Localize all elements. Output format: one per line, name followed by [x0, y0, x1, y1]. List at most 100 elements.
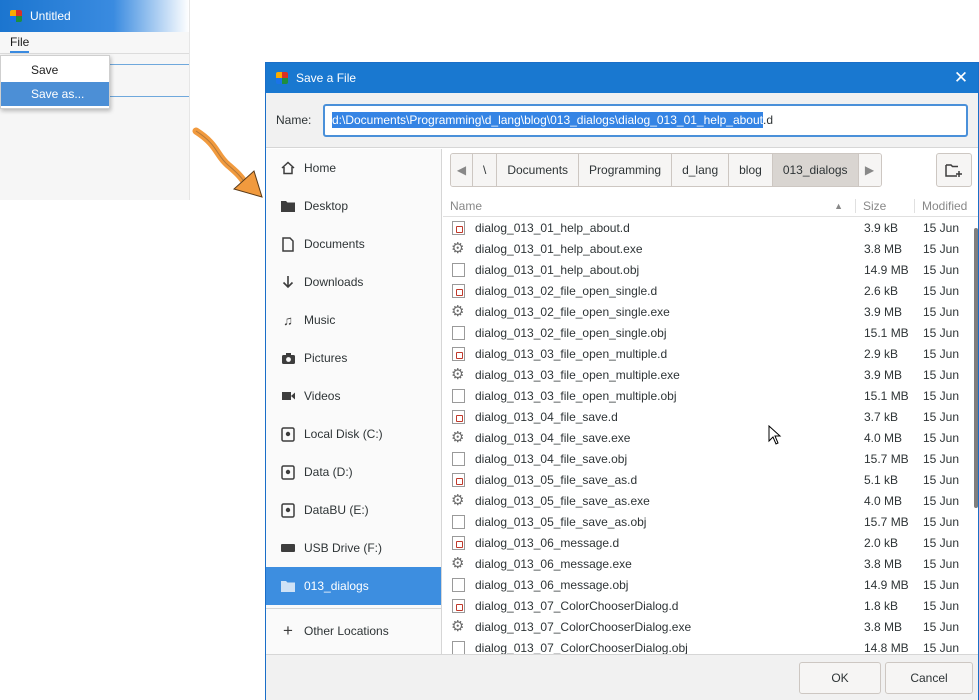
file-size: 3.9 MB [864, 367, 903, 382]
file-row[interactable]: dialog_013_03_file_open_multiple.d 2.9 kB… [443, 343, 978, 364]
file-row[interactable]: dialog_013_06_message.obj 14.9 MB 15 Jun [443, 574, 978, 595]
path-segment-root[interactable]: \ [473, 154, 498, 186]
file-size: 3.8 MB [864, 556, 903, 571]
file-row[interactable]: dialog_013_06_message.exe 3.8 MB 15 Jun [443, 553, 978, 574]
filename-input[interactable]: d:\Documents\Programming\d_lang\blog\013… [323, 103, 968, 137]
path-scroll-left-icon[interactable]: ◀ [451, 154, 473, 186]
file-size: 2.0 kB [864, 535, 899, 550]
sidebar-item-label: DataBU (E:) [304, 503, 369, 517]
file-modified: 15 Jun [923, 472, 960, 487]
name-label: Name: [276, 113, 312, 127]
path-segment-d-lang[interactable]: d_lang [672, 154, 730, 186]
path-segment-013-dialogs[interactable]: 013_dialogs [772, 154, 859, 186]
folder-icon [280, 198, 296, 214]
video-icon [280, 388, 296, 404]
file-row[interactable]: dialog_013_05_file_save_as.d 5.1 kB 15 Jun [443, 469, 978, 490]
file-name: dialog_013_05_file_save_as.obj [475, 514, 647, 529]
app-titlebar: Untitled [0, 0, 189, 32]
file-row[interactable]: dialog_013_03_file_open_multiple.obj 15.1… [443, 385, 978, 406]
file-modified: 15 Jun [923, 640, 960, 655]
file-row[interactable]: dialog_013_02_file_open_single.d 2.6 kB 15… [443, 280, 978, 301]
file-name-cell: dialog_013_03_file_open_multiple.d [443, 346, 856, 361]
new-folder-button[interactable] [936, 153, 972, 187]
file-row[interactable]: dialog_013_01_help_about.exe 3.8 MB 15 Jun [443, 238, 978, 259]
file-name-cell: dialog_013_02_file_open_single.exe [443, 302, 856, 320]
file-row[interactable]: dialog_013_03_file_open_multiple.exe 3.9 … [443, 364, 978, 385]
source-file-icon [452, 409, 465, 424]
document-file-icon [452, 514, 465, 529]
path-segment-programming[interactable]: Programming [579, 154, 673, 186]
file-name: dialog_013_04_file_save.d [475, 409, 618, 424]
drive-icon [280, 502, 296, 518]
file-row[interactable]: dialog_013_07_ColorChooserDialog.d 1.8 kB… [443, 595, 978, 616]
file-row[interactable]: dialog_013_04_file_save.obj 15.7 MB 15 Jun [443, 448, 978, 469]
sidebar-item-videos[interactable]: Videos [266, 377, 441, 415]
file-modified: 15 Jun [923, 430, 960, 445]
sidebar-item-music[interactable]: ♫ Music [266, 301, 441, 339]
file-row[interactable]: dialog_013_02_file_open_single.obj 15.1 M… [443, 322, 978, 343]
file-list: Name ▲ Size Modified dialog_013_01_help_a… [443, 195, 978, 655]
sidebar-item-documents[interactable]: Documents [266, 225, 441, 263]
sidebar-item-other-locations[interactable]: + Other Locations [266, 612, 441, 650]
sidebar-item-usb-drive-f[interactable]: USB Drive (F:) [266, 529, 441, 567]
file-row[interactable]: dialog_013_07_ColorChooserDialog.exe 3.8 … [443, 616, 978, 637]
ok-button[interactable]: OK [799, 662, 881, 694]
file-name-cell: dialog_013_03_file_open_multiple.obj [443, 388, 856, 403]
sidebar-item-home[interactable]: Home [266, 149, 441, 187]
menu-item-save-as[interactable]: Save as... [1, 82, 109, 106]
file-row[interactable]: dialog_013_04_file_save.d 3.7 kB 15 Jun [443, 406, 978, 427]
file-size: 3.9 kB [864, 220, 899, 235]
column-header-label: Name [450, 198, 483, 213]
file-menu[interactable]: File [10, 33, 30, 53]
sidebar-item-local-disk-c[interactable]: Local Disk (C:) [266, 415, 441, 453]
file-row[interactable]: dialog_013_04_file_save.exe 4.0 MB 15 Jun [443, 427, 978, 448]
file-size: 14.9 MB [864, 262, 909, 277]
file-name: dialog_013_06_message.exe [475, 556, 632, 571]
path-segment-blog[interactable]: blog [729, 154, 773, 186]
sidebar-item-label: Other Locations [304, 624, 389, 638]
music-icon: ♫ [283, 312, 293, 328]
file-size: 1.8 kB [864, 598, 899, 613]
document-file-icon [452, 577, 465, 592]
file-size: 15.7 MB [864, 451, 909, 466]
camera-icon [280, 350, 296, 366]
sidebar-divider [266, 608, 441, 609]
file-row[interactable]: dialog_013_01_help_about.d 3.9 kB 15 Jun [443, 217, 978, 238]
file-name-cell: dialog_013_02_file_open_single.obj [443, 325, 856, 340]
column-header-name[interactable]: Name ▲ [443, 198, 856, 213]
file-row[interactable]: dialog_013_01_help_about.obj 14.9 MB 15 Ju… [443, 259, 978, 280]
sidebar-item-databu-e[interactable]: DataBU (E:) [266, 491, 441, 529]
path-segment-documents[interactable]: Documents [497, 154, 580, 186]
file-row[interactable]: dialog_013_05_file_save_as.obj 15.7 MB 15 … [443, 511, 978, 532]
file-size: 3.7 kB [864, 409, 899, 424]
file-name-cell: dialog_013_01_help_about.obj [443, 262, 856, 277]
drive-icon [280, 464, 296, 480]
file-name-cell: dialog_013_07_ColorChooserDialog.exe [443, 617, 856, 635]
file-name-cell: dialog_013_04_file_save.d [443, 409, 856, 424]
menu-item-save[interactable]: Save [1, 58, 109, 82]
sidebar-item-label: Home [304, 161, 337, 175]
column-header-size[interactable]: Size [856, 198, 915, 213]
file-row[interactable]: dialog_013_06_message.d 2.0 kB 15 Jun [443, 532, 978, 553]
file-name: dialog_013_06_message.obj [475, 577, 629, 592]
close-icon[interactable]: ✕ [952, 69, 970, 87]
path-scroll-right-icon[interactable]: ▶ [858, 154, 881, 186]
file-name-cell: dialog_013_04_file_save.exe [443, 428, 856, 446]
sidebar-item-desktop[interactable]: Desktop [266, 187, 441, 225]
sidebar-item-data-d[interactable]: Data (D:) [266, 453, 441, 491]
file-name: dialog_013_07_ColorChooserDialog.exe [475, 619, 692, 634]
file-row[interactable]: dialog_013_02_file_open_single.exe 3.9 MB… [443, 301, 978, 322]
column-header-modified[interactable]: Modified [915, 199, 978, 213]
sidebar-item-pictures[interactable]: Pictures [266, 339, 441, 377]
file-row[interactable]: dialog_013_07_ColorChooserDialog.obj 14.8… [443, 637, 978, 655]
file-name: dialog_013_01_help_about.obj [475, 262, 640, 277]
places-sidebar: Home Desktop Documents Downloads ♫ Music… [266, 149, 442, 654]
sidebar-item-downloads[interactable]: Downloads [266, 263, 441, 301]
cancel-button[interactable]: Cancel [885, 662, 973, 694]
file-name-cell: dialog_013_07_ColorChooserDialog.obj [443, 640, 856, 655]
scrollbar[interactable] [974, 228, 978, 508]
file-modified: 15 Jun [923, 556, 960, 571]
file-row[interactable]: dialog_013_05_file_save_as.exe 4.0 MB 15 J… [443, 490, 978, 511]
file-name: dialog_013_05_file_save_as.exe [475, 493, 650, 508]
sidebar-item-013-dialogs[interactable]: 013_dialogs [266, 567, 441, 605]
